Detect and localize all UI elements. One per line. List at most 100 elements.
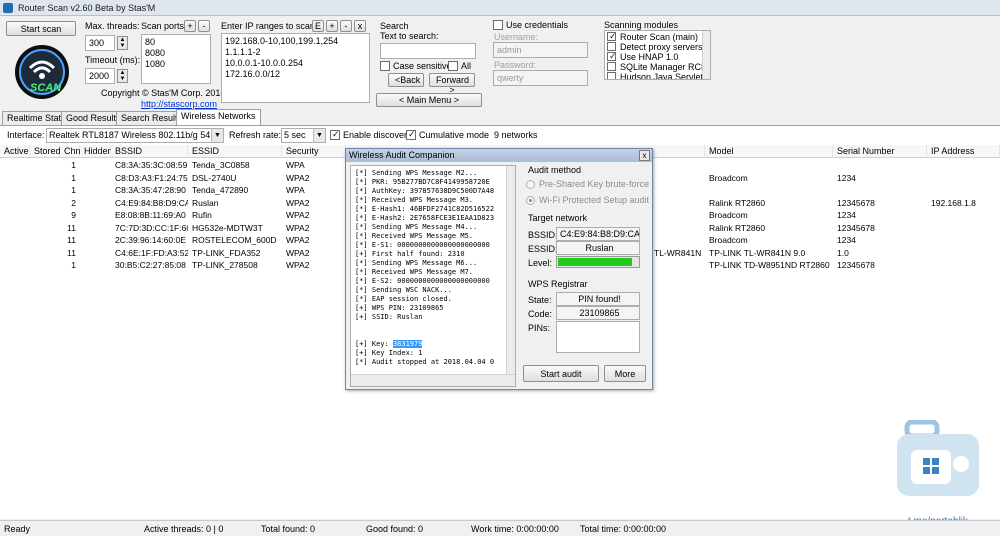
add-range-button[interactable]: + — [326, 20, 338, 32]
column-header[interactable]: Chn — [60, 145, 81, 158]
module-item-detect-proxy[interactable]: Detect proxy servers — [607, 42, 708, 52]
audit-log[interactable]: [*] Sending WPS Message M2... [*] PKR: 95… — [350, 165, 516, 387]
enable-discovery-checkbox[interactable] — [330, 129, 340, 140]
remove-range-button[interactable]: - — [340, 20, 352, 32]
module-item-router-scan[interactable]: Router Scan (main) — [607, 31, 708, 42]
pins-textarea[interactable] — [556, 321, 640, 353]
table-cell-serial: 1234 — [837, 210, 856, 220]
log-line: [*] Received WPS Message M3. — [355, 196, 474, 204]
start-scan-button[interactable]: Start scan — [6, 21, 76, 36]
log-line: [*] E-S1: 0000000000000000000000 — [355, 241, 490, 249]
table-cell-ip — [927, 209, 1000, 221]
add-port-button[interactable]: + — [184, 20, 196, 32]
ip-range-item[interactable]: 10.0.0.1-10.0.0.254 — [225, 58, 366, 69]
scanning-modules-list[interactable]: Router Scan (main) Detect proxy servers … — [604, 30, 711, 80]
module-checkbox[interactable] — [607, 42, 616, 51]
table-cell-security: WPA2 — [286, 247, 310, 258]
router-scan-logo: SCAN — [14, 44, 70, 100]
username-input[interactable]: admin — [493, 42, 588, 58]
search-input[interactable] — [380, 43, 476, 59]
search-forward-button[interactable]: Forward > — [429, 73, 475, 95]
dialog-title-bar[interactable]: Wireless Audit Companion — [346, 149, 652, 162]
edit-ranges-button[interactable]: E — [312, 20, 324, 32]
table-cell-bssid: C4:E9:84:B8:D9:CA — [115, 197, 188, 208]
module-checkbox[interactable] — [607, 62, 616, 71]
log-vertical-scrollbar[interactable] — [506, 166, 515, 374]
module-label: Detect proxy servers — [620, 42, 703, 52]
main-menu-button[interactable]: < Main Menu > — [376, 93, 482, 107]
column-header[interactable]: Serial Number — [833, 145, 927, 158]
method-psk-radio[interactable] — [526, 180, 535, 189]
state-label: State: — [528, 295, 552, 305]
dialog-close-button[interactable]: x — [639, 150, 650, 161]
remove-port-button[interactable]: - — [198, 20, 210, 32]
cumulative-mode-label: Cumulative mode — [419, 130, 490, 140]
username-label: Username: — [494, 32, 539, 42]
table-cell-chn: 11 — [67, 235, 76, 245]
module-checkbox[interactable] — [607, 51, 617, 61]
timeout-spinner[interactable]: ▲ ▼ — [117, 69, 128, 83]
max-threads-input[interactable]: 300 — [85, 35, 115, 51]
table-cell-security: WPA2 — [286, 260, 310, 270]
column-header[interactable]: Active — [0, 145, 30, 158]
search-back-button[interactable]: <Back — [388, 73, 424, 87]
chevron-down-icon[interactable]: ▼ — [211, 129, 223, 142]
case-sensitive-checkbox[interactable] — [380, 61, 390, 71]
max-threads-spinner[interactable]: ▲ ▼ — [117, 36, 128, 50]
module-checkbox[interactable] — [607, 72, 616, 79]
ip-range-item[interactable]: 1.1.1.1-2 — [225, 47, 366, 58]
table-cell-chn: 9 — [71, 210, 76, 220]
refresh-rate-select[interactable]: 5 sec ▼ — [281, 128, 326, 143]
log-line: [+] WPS PIN: 23109865 — [355, 304, 444, 312]
interface-select[interactable]: Realtek RTL8187 Wireless 802.11b/g 54Mbp… — [46, 128, 224, 143]
site-link[interactable]: http://stascorp.com — [141, 99, 217, 109]
module-item-hnap[interactable]: Use HNAP 1.0 — [607, 51, 708, 62]
port-item[interactable]: 8080 — [145, 48, 207, 59]
password-input[interactable]: qwerty — [493, 70, 588, 86]
column-header[interactable]: IP Address — [927, 145, 1000, 158]
port-item[interactable]: 80 — [145, 37, 207, 48]
log-line: [+] Key Index: 1 — [355, 349, 423, 357]
clear-ranges-button[interactable]: x — [354, 20, 366, 32]
app-icon — [3, 3, 13, 13]
column-header[interactable]: BSSID — [111, 145, 188, 158]
pins-label: PINs: — [528, 323, 551, 333]
column-header[interactable]: Hidden — [80, 145, 113, 158]
key-value-selected[interactable]: 3831979 — [392, 340, 423, 348]
table-cell-serial: 1.0 — [837, 247, 849, 258]
more-button[interactable]: More — [604, 365, 646, 382]
tab-wireless-networks[interactable]: Wireless Networks — [176, 109, 261, 126]
chevron-down-icon[interactable]: ▼ — [313, 129, 325, 142]
use-credentials-checkbox[interactable] — [493, 20, 503, 30]
interface-label: Interface: — [7, 130, 45, 140]
cumulative-mode-checkbox[interactable] — [406, 129, 416, 140]
method-wps-radio[interactable] — [526, 196, 535, 205]
scanning-modules-title: Scanning modules — [604, 20, 679, 30]
timeout-input[interactable]: 2000 — [85, 68, 115, 84]
status-total-found: Total found: 0 — [261, 524, 316, 534]
scan-ports-list[interactable]: 80 8080 1080 — [141, 34, 211, 84]
module-label: Router Scan (main) — [620, 32, 699, 42]
start-audit-button[interactable]: Start audit — [523, 365, 599, 382]
table-cell-bssid: 7C:7D:3D:CC:1F:60 — [115, 222, 188, 233]
modules-scrollbar[interactable] — [702, 31, 710, 79]
column-header[interactable]: Stored — [30, 145, 61, 158]
ip-ranges-list[interactable]: 192.168.0-10,100,199.1,254 1.1.1.1-2 10.… — [221, 33, 370, 103]
module-item-hudson[interactable]: Hudson Java Servlet — [607, 72, 708, 79]
table-cell-ip — [927, 184, 1000, 196]
ip-range-item[interactable]: 172.16.0.0/12 — [225, 69, 366, 80]
port-item[interactable]: 1080 — [145, 59, 207, 70]
password-label: Password: — [494, 60, 537, 70]
column-header[interactable]: ESSID — [188, 145, 282, 158]
ip-range-item[interactable]: 192.168.0-10,100,199.1,254 — [225, 36, 366, 47]
module-item-sqlite[interactable]: SQLite Manager RCE — [607, 62, 708, 72]
log-horizontal-scrollbar[interactable] — [351, 374, 515, 386]
table-cell-ip — [927, 247, 1000, 259]
table-cell-model: Ralink RT2860 — [709, 197, 766, 208]
column-header[interactable]: Security — [282, 145, 346, 158]
module-checkbox[interactable] — [607, 31, 617, 41]
search-all-checkbox[interactable] — [448, 61, 458, 71]
table-cell-essid: DSL-2740U — [192, 172, 237, 183]
column-header[interactable]: Model — [705, 145, 833, 158]
signal-level-bar — [556, 256, 640, 268]
